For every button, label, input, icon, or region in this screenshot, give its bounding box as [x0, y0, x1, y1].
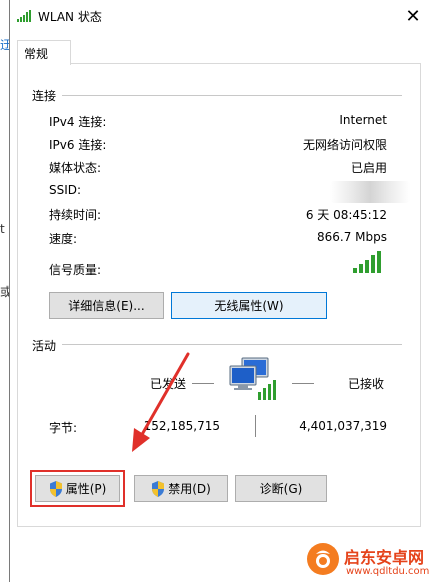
tab-general-label: 常规	[24, 47, 49, 61]
media-state-value: 已启用	[350, 161, 387, 175]
received-label: 已接收	[348, 377, 385, 391]
ipv6-value: 无网络访问权限	[302, 138, 387, 152]
wireless-properties-button[interactable]: 无线属性(W)	[171, 292, 327, 319]
ssid-label: SSID:	[49, 183, 82, 197]
connection-divider	[32, 95, 402, 96]
arrow-annotation-icon	[132, 352, 190, 452]
ipv4-label: IPv4 连接:	[49, 115, 107, 129]
highlight-box	[30, 470, 125, 507]
signal-strength-icon	[353, 251, 381, 273]
details-button-label: 详细信息(E)...	[68, 299, 145, 313]
ipv4-value: Internet	[339, 113, 387, 127]
bytes-received-value: 4,401,037,319	[299, 419, 387, 433]
connection-caption: 连接	[32, 87, 63, 104]
disable-button[interactable]: 禁用(D)	[134, 475, 228, 502]
close-icon: ✕	[405, 5, 421, 27]
network-computers-icon	[229, 357, 276, 400]
watermark-url: www.qdltdu.com	[346, 566, 430, 577]
watermark-logo-icon	[307, 543, 339, 575]
wifi-signal-icon	[17, 10, 31, 22]
bytes-label: 字节:	[49, 421, 78, 435]
speed-value: 866.7 Mbps	[316, 230, 387, 244]
watermark: 启东安卓网 www.qdltdu.com	[300, 538, 435, 582]
background-text-2: t	[0, 222, 5, 236]
diagnose-button-label: 诊断(G)	[259, 482, 303, 496]
signal-quality-label: 信号质量:	[49, 263, 102, 277]
disable-button-label: 禁用(D)	[168, 482, 211, 496]
bytes-separator	[255, 415, 256, 437]
speed-label: 速度:	[49, 232, 78, 246]
diagnose-button[interactable]: 诊断(G)	[235, 475, 327, 502]
background-window-edge: 迂 t 或	[0, 0, 12, 582]
uac-shield-icon	[152, 480, 165, 497]
details-button[interactable]: 详细信息(E)...	[49, 292, 164, 319]
activity-caption: 活动	[32, 337, 63, 354]
duration-label: 持续时间:	[49, 208, 102, 222]
watermark-name: 启东安卓网	[344, 548, 425, 567]
window-title: WLAN 状态	[38, 10, 102, 24]
media-state-label: 媒体状态:	[49, 161, 102, 175]
wireless-properties-label: 无线属性(W)	[214, 299, 284, 313]
ipv6-label: IPv6 连接:	[49, 138, 107, 152]
close-button[interactable]: ✕	[398, 2, 428, 30]
duration-value: 6 天 08:45:12	[305, 208, 387, 222]
received-line	[292, 383, 314, 384]
activity-divider	[32, 344, 402, 345]
ssid-value-blurred	[330, 181, 410, 203]
